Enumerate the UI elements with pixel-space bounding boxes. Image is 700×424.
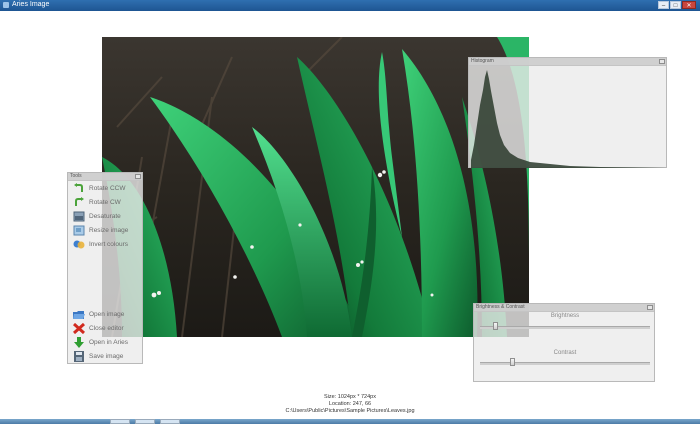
save-image-label: Save image — [89, 353, 124, 360]
file-path-text: C:\Users\Public\Pictures\Sample Pictures… — [285, 408, 415, 414]
histogram-panel-title: Histogram — [471, 58, 494, 64]
invert-colours-button[interactable]: Invert colours — [73, 238, 128, 251]
save-image-button[interactable]: Save image — [73, 350, 123, 363]
contrast-label: Contrast — [553, 350, 577, 356]
close-editor-button[interactable]: Close editor — [72, 322, 124, 335]
image-canvas[interactable] — [102, 37, 529, 337]
brightness-slider-track[interactable] — [480, 326, 650, 329]
brightness-contrast-close-icon[interactable] — [647, 305, 653, 310]
close-icon[interactable]: ✕ — [682, 1, 696, 9]
rotate-cw-icon — [73, 197, 85, 208]
histogram-curve — [471, 70, 667, 168]
floppy-disk-icon — [73, 351, 85, 362]
taskbar-item[interactable] — [110, 419, 130, 424]
cursor-location-text: Location: 247, 66 — [328, 401, 372, 407]
histogram-plot — [470, 65, 667, 168]
taskbar — [0, 419, 700, 424]
leaves-photo — [102, 37, 529, 337]
window-title: Aries Image — [12, 1, 50, 8]
tools-panel[interactable]: Tools Rotate CCW Rotate CW Desaturate Re… — [67, 172, 143, 364]
arrow-down-green-icon — [73, 337, 85, 348]
tools-close-icon[interactable] — [135, 174, 141, 179]
rotate-ccw-button[interactable]: Rotate CCW — [73, 182, 125, 195]
window-controls: – □ ✕ — [658, 1, 696, 9]
invert-colours-label: Invert colours — [89, 241, 129, 248]
open-image-button[interactable]: Open image — [73, 308, 124, 321]
rotate-cw-button[interactable]: Rotate CW — [73, 196, 121, 209]
brightness-label: Brightness — [550, 313, 580, 319]
desaturate-button[interactable]: Desaturate — [73, 210, 121, 223]
brightness-slider-thumb[interactable] — [493, 322, 499, 330]
open-in-aries-label: Open in Aries — [89, 339, 129, 346]
close-x-icon — [72, 322, 86, 335]
histogram-close-icon[interactable] — [659, 59, 665, 64]
histogram-panel[interactable]: Histogram — [468, 57, 667, 168]
folder-open-icon — [73, 309, 85, 320]
open-in-aries-button[interactable]: Open in Aries — [73, 336, 128, 349]
rotate-ccw-label: Rotate CCW — [89, 185, 126, 192]
image-size-text: Size: 1024px * 724px — [324, 394, 376, 400]
invert-colours-icon — [73, 239, 85, 250]
contrast-slider-thumb[interactable] — [509, 358, 515, 366]
rotate-ccw-icon — [73, 183, 85, 194]
brightness-contrast-panel[interactable]: Brightness & Contrast Brightness Contras… — [473, 303, 655, 382]
brightness-contrast-panel-header[interactable]: Brightness & Contrast — [474, 304, 654, 312]
open-image-label: Open image — [89, 311, 125, 318]
taskbar-item[interactable] — [160, 419, 180, 424]
desaturate-icon — [73, 211, 85, 222]
close-editor-label: Close editor — [89, 325, 124, 332]
maximize-icon[interactable]: □ — [670, 1, 681, 9]
minimize-icon[interactable]: – — [658, 1, 669, 9]
contrast-slider-track[interactable] — [480, 362, 650, 365]
resize-image-button[interactable]: Resize image — [73, 224, 128, 237]
histogram-graph — [471, 70, 667, 168]
app-icon — [3, 2, 9, 8]
resize-image-label: Resize image — [89, 227, 129, 234]
title-bar: Aries Image – □ ✕ — [0, 0, 700, 11]
desaturate-label: Desaturate — [89, 213, 121, 220]
taskbar-item[interactable] — [135, 419, 155, 424]
brightness-contrast-panel-title: Brightness & Contrast — [476, 304, 525, 310]
tools-panel-title: Tools — [70, 173, 82, 179]
tools-panel-header[interactable]: Tools — [68, 173, 142, 181]
resize-icon — [73, 225, 85, 236]
rotate-cw-label: Rotate CW — [89, 199, 121, 206]
